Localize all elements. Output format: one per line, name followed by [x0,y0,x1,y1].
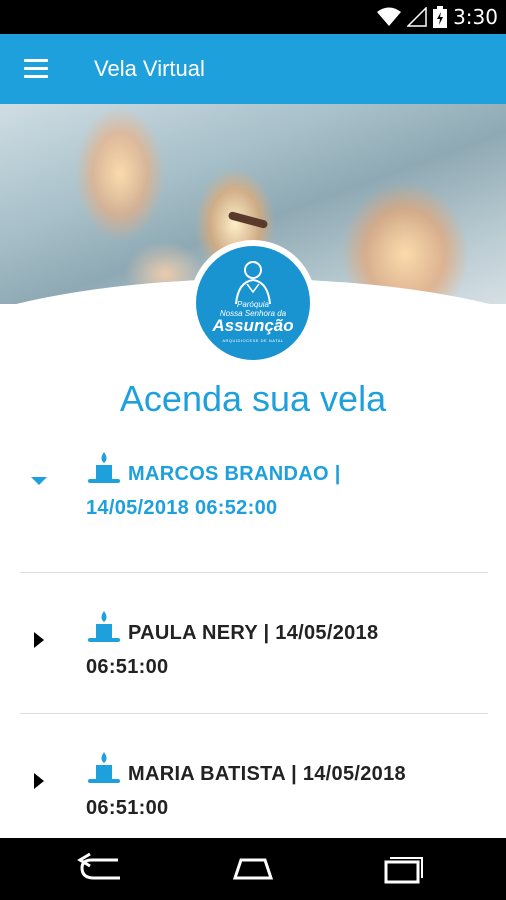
candle-icon [88,752,120,783]
status-icons: 3:30 [377,0,498,34]
list-item-date: 14/05/2018 06:52:00 [86,497,278,519]
priest-figure-icon [235,261,271,304]
page-heading: Acenda sua vela [119,378,387,419]
chevron-right-icon[interactable] [28,770,50,792]
logo-text-paroquia: Paróquia [236,300,270,309]
signal-icon [407,7,427,27]
battery-icon [433,6,448,28]
list-item-date: 06:51:00 [86,656,169,678]
home-icon[interactable] [223,852,283,888]
system-nav-bar [0,838,506,900]
list-item[interactable]: PAULA NERY | 14/05/2018 06:51:00 [0,573,506,713]
chevron-right-icon[interactable] [28,629,50,651]
logo-text-assuncao: Assunção [212,316,294,335]
list-item-text: MARCOS BRANDAO | 14/05/2018 06:52:00 [86,450,486,525]
parish-logo-badge: Paróquia Nossa Senhora da Assunção ARQUI… [196,246,310,360]
list-item-text: MARIA BATISTA | 14/05/2018 06:51:00 [86,750,486,825]
list-item[interactable]: MARIA BATISTA | 14/05/2018 06:51:00 [0,714,506,838]
list-item-name: MARCOS BRANDAO | [128,463,341,485]
back-icon[interactable] [74,852,134,888]
parish-logo: Paróquia Nossa Senhora da Assunção ARQUI… [190,240,316,366]
status-bar: 3:30 [0,0,506,34]
list-item-name: MARIA BATISTA | 14/05/2018 [128,763,406,785]
logo-text-arquidiocese: ARQUIDIOCESE DE NATAL [222,338,284,343]
status-time: 3:30 [453,5,498,29]
app-bar: Vela Virtual [0,34,506,104]
recents-icon[interactable] [372,852,432,888]
candle-icon [88,611,120,642]
chevron-down-icon[interactable] [28,470,50,492]
candle-icon [88,452,120,483]
list-item-text: PAULA NERY | 14/05/2018 06:51:00 [86,609,486,684]
list-item[interactable]: MARCOS BRANDAO | 14/05/2018 06:52:00 [0,440,506,570]
wifi-icon [377,7,402,26]
app-title: Vela Virtual [94,56,205,81]
list-item-date: 06:51:00 [86,797,169,819]
list-item-name: PAULA NERY | 14/05/2018 [128,622,379,644]
hamburger-menu-icon[interactable] [18,54,54,84]
